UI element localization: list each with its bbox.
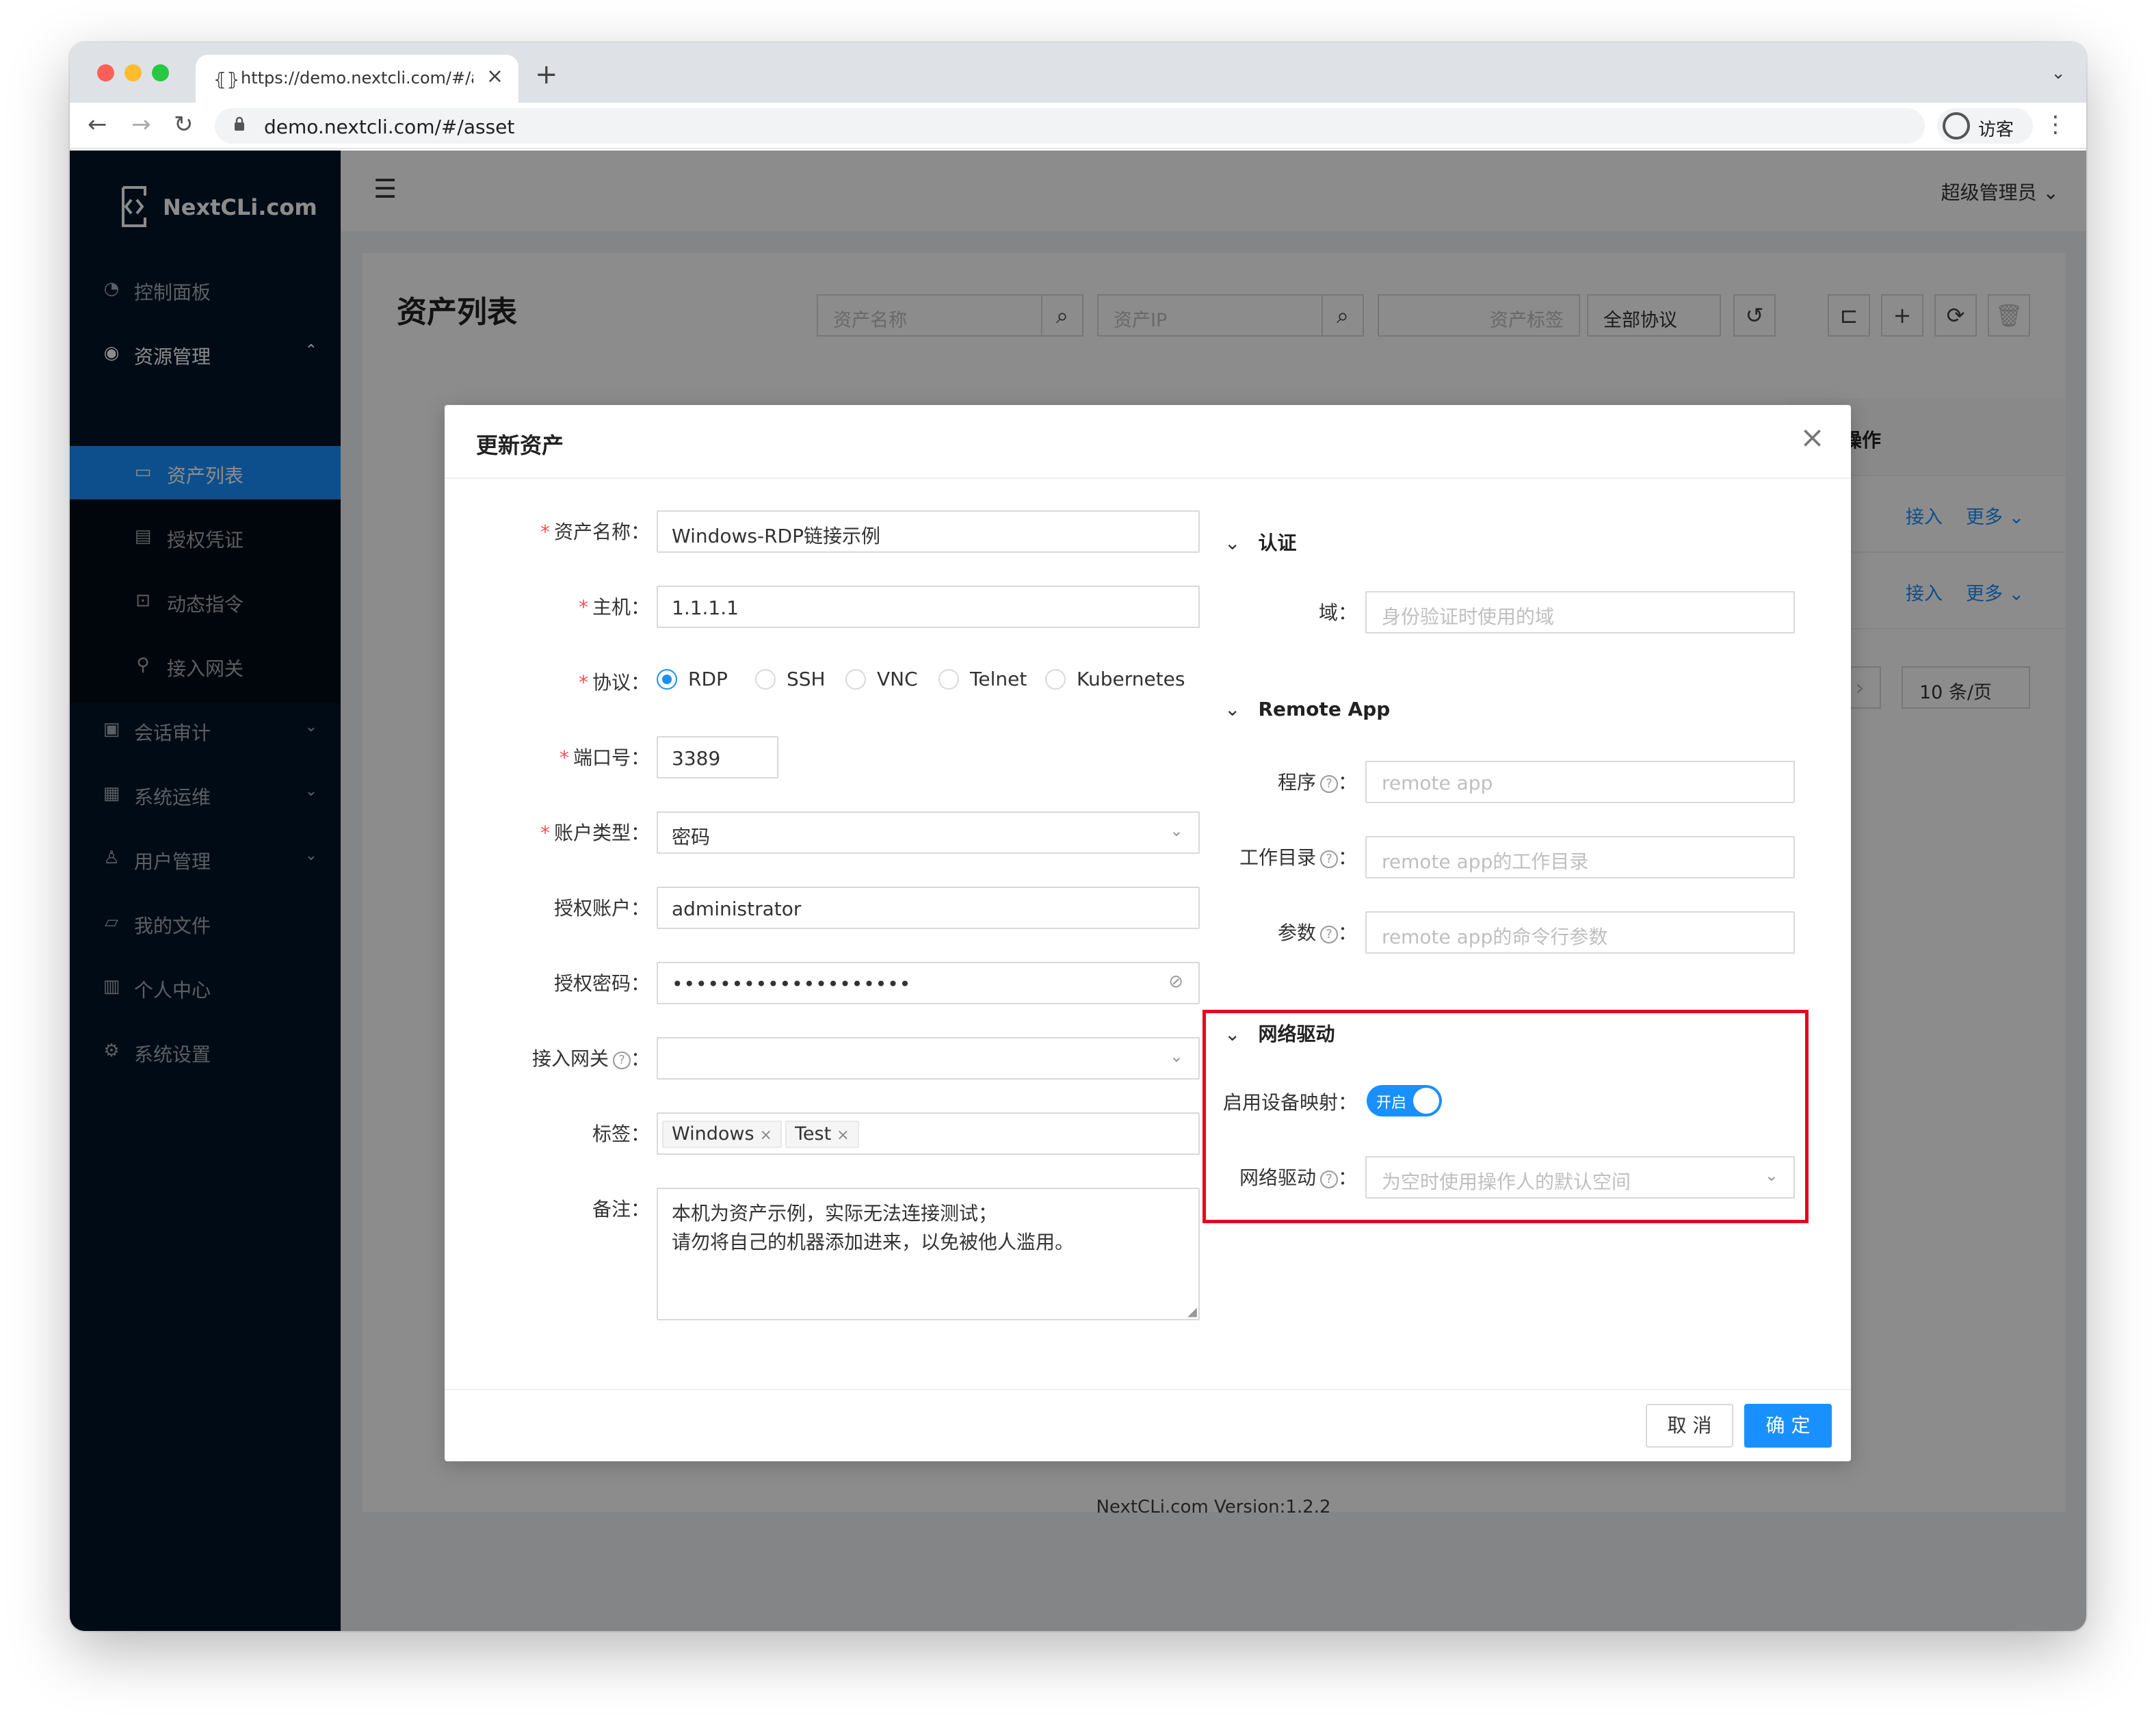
reload-icon[interactable]: ↻ [174, 111, 194, 138]
port-input[interactable]: 3389 [657, 736, 778, 779]
close-tab-icon[interactable]: × [486, 64, 503, 88]
url-text: demo.nextcli.com/#/asset [264, 116, 515, 138]
auth-account-label: 授权账户： [553, 897, 650, 919]
input-value: 1.1.1.1 [672, 597, 739, 619]
lock-icon [235, 116, 244, 131]
tag-test: Test × [785, 1121, 859, 1148]
tag-close-icon[interactable]: × [760, 1127, 772, 1144]
host-input[interactable]: 1.1.1.1 [657, 586, 1200, 628]
eye-invisible-icon[interactable]: ⊘ [1168, 971, 1183, 992]
tab-menu-chevron-icon[interactable]: ⌄ [2051, 63, 2066, 83]
ok-button[interactable]: 确 定 [1744, 1404, 1832, 1448]
browser-tab[interactable]: ⦃⦄ https://demo.nextcli.com/#/asset × [196, 55, 518, 103]
modal-footer: 取 消 确 定 [445, 1389, 1851, 1461]
tag-close-icon[interactable]: × [837, 1127, 849, 1144]
remark-textarea[interactable]: 本机为资产示例，实际无法连接测试； 请勿将自己的机器添加进来，以免被他人滥用。 … [657, 1188, 1200, 1320]
tags-select[interactable]: Windows × Test × [657, 1112, 1200, 1155]
profile-avatar-icon [1943, 112, 1970, 140]
minimize-window-button[interactable] [124, 64, 142, 81]
input-value: 3389 [672, 747, 721, 770]
update-asset-modal: 更新资产 × * 资产名称： Windows-RDP链接示例 * 主机： 1.1.1… [445, 405, 1851, 1461]
back-icon[interactable]: ← [88, 111, 107, 138]
remote-app-section-header[interactable]: ⌄ Remote App [1224, 698, 1390, 720]
port-label: * 端口号： [559, 746, 650, 769]
zoom-window-button[interactable] [152, 64, 169, 81]
modal-header: 更新资产 × [445, 405, 1851, 479]
modal-title: 更新资产 [476, 432, 564, 458]
domain-label: 域： [1318, 601, 1357, 624]
cancel-button[interactable]: 取 消 [1646, 1404, 1733, 1448]
resize-handle-icon[interactable]: ◢ [1187, 1305, 1197, 1319]
host-label: * 主机： [578, 596, 650, 618]
remark-label: 备注： [592, 1198, 650, 1220]
remark-line: 本机为资产示例，实际无法连接测试； [672, 1202, 998, 1225]
selected-value: 密码 [672, 826, 711, 848]
auth-password-label: 授权密码： [553, 972, 650, 995]
placeholder: 身份验证时使用的域 [1382, 605, 1555, 628]
chevron-down-icon: ⌄ [1169, 821, 1183, 840]
tag-windows: Windows × [662, 1121, 782, 1148]
help-icon[interactable]: ? [1319, 775, 1338, 793]
new-tab-icon[interactable]: + [535, 59, 558, 90]
close-window-button[interactable] [97, 64, 114, 81]
profile-label: 访客 [1978, 120, 2014, 140]
name-label: * 资产名称： [540, 521, 650, 543]
close-icon[interactable]: × [1800, 420, 1825, 455]
placeholder: remote app [1382, 772, 1493, 794]
input-value: •••••••••••••••••••• [672, 973, 912, 995]
auth-password-input[interactable]: •••••••••••••••••••• ⊘ [657, 962, 1200, 1004]
help-icon[interactable]: ? [1319, 850, 1338, 868]
auth-account-input[interactable]: administrator [657, 887, 1200, 929]
footer-text: NextCLi.com Version:1.2.2 [1096, 1497, 1331, 1517]
profile-button[interactable]: 访客 [1937, 108, 2033, 144]
auth-section-header[interactable]: ⌄ 认证 [1224, 528, 1296, 556]
account-type-label: * 账户类型： [540, 822, 650, 844]
protocol-radio-group: RDP SSH VNC Telnet Kubernetes [657, 666, 1204, 694]
chevron-down-icon: ⌄ [1224, 532, 1241, 554]
placeholder: remote app的命令行参数 [1382, 926, 1608, 948]
address-bar[interactable]: demo.nextcli.com/#/asset [215, 108, 1925, 144]
domain-input[interactable]: 身份验证时使用的域 [1365, 591, 1795, 634]
help-icon[interactable]: ? [612, 1052, 631, 1069]
chevron-down-icon: ⌄ [1169, 1047, 1183, 1066]
input-value: Windows-RDP链接示例 [672, 525, 880, 547]
workdir-input[interactable]: remote app的工作目录 [1365, 836, 1795, 878]
account-type-select[interactable]: 密码 ⌄ [657, 811, 1200, 854]
program-label: 程序?： [1277, 771, 1357, 794]
chevron-down-icon: ⌄ [1224, 698, 1241, 720]
forward-icon[interactable]: → [131, 111, 151, 138]
args-input[interactable]: remote app的命令行参数 [1365, 911, 1795, 954]
tab-strip: ⦃⦄ https://demo.nextcli.com/#/asset × + … [70, 42, 2086, 103]
input-value: administrator [672, 898, 802, 920]
workdir-label: 工作目录?： [1239, 846, 1357, 869]
protocol-label: * 协议： [578, 671, 650, 694]
help-icon[interactable]: ? [1319, 926, 1338, 943]
annotation-highlight-box [1202, 1010, 1809, 1223]
remark-line: 请勿将自己的机器添加进来，以免被他人滥用。 [672, 1231, 1075, 1253]
browser-menu-icon[interactable]: ⋮ [2044, 111, 2067, 138]
asset-name-input[interactable]: Windows-RDP链接示例 [657, 510, 1200, 553]
placeholder: remote app的工作目录 [1382, 850, 1589, 873]
tags-label: 标签： [592, 1123, 650, 1145]
tab-title: https://demo.nextcli.com/#/asset [241, 68, 473, 88]
args-label: 参数?： [1277, 922, 1357, 944]
favicon-icon: ⦃⦄ [213, 70, 240, 90]
gateway-select[interactable]: ⌄ [657, 1037, 1200, 1080]
browser-toolbar: ← → ↻ demo.nextcli.com/#/asset 访客 ⋮ [70, 103, 2086, 149]
program-input[interactable]: remote app [1365, 761, 1795, 803]
browser-window: ⦃⦄ https://demo.nextcli.com/#/asset × + … [70, 42, 2086, 1631]
gateway-label: 接入网关?： [531, 1047, 650, 1070]
